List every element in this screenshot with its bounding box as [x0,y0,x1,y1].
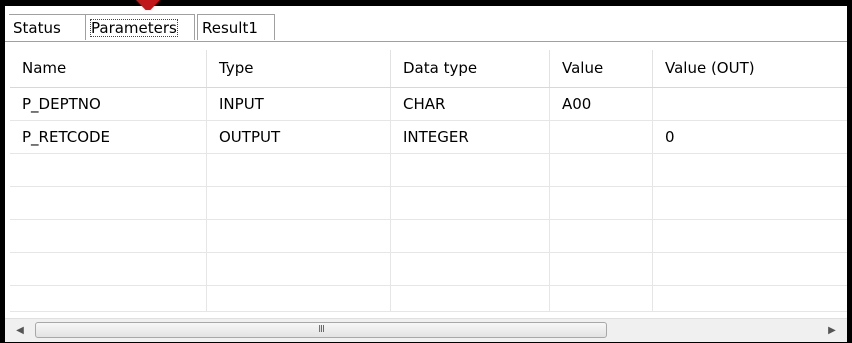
empty-cell [653,220,847,252]
empty-cell [550,286,653,311]
tab-parameters[interactable]: Parameters [85,14,195,40]
tab-parameters-label: Parameters [90,19,178,37]
empty-cell [391,286,550,311]
empty-cell [10,187,207,219]
tab-result1-label: Result1 [202,19,258,37]
tab-status[interactable]: Status [9,14,87,40]
empty-table-row [10,286,847,312]
empty-cell [207,187,391,219]
empty-cell [391,220,550,252]
cell-name[interactable]: P_DEPTNO [10,88,207,120]
table-row[interactable]: P_RETCODE OUTPUT INTEGER 0 [10,121,847,154]
empty-cell [391,154,550,186]
column-header-data-type[interactable]: Data type [391,50,550,87]
empty-table-row [10,220,847,253]
parameters-table: Name Type Data type Value Value (OUT) P_… [10,50,847,312]
empty-table-row [10,253,847,286]
chevron-left-icon[interactable]: ◀ [9,319,31,342]
cell-type[interactable]: INPUT [207,88,391,120]
empty-cell [10,286,207,311]
scrollbar-grip: III [318,324,325,335]
cell-value-out[interactable]: 0 [653,121,847,153]
empty-cell [653,286,847,311]
empty-cell [207,286,391,311]
column-header-value[interactable]: Value [550,50,653,87]
empty-cell [653,154,847,186]
empty-cell [550,220,653,252]
empty-cell [207,220,391,252]
empty-cell [653,187,847,219]
empty-cell [391,187,550,219]
empty-cell [550,154,653,186]
empty-cell [550,253,653,285]
empty-cell [10,253,207,285]
empty-table-row [10,187,847,220]
tab-status-label: Status [13,19,61,37]
empty-table-row [10,154,847,187]
cell-name[interactable]: P_RETCODE [10,121,207,153]
column-header-value-out[interactable]: Value (OUT) [653,50,847,87]
empty-cell [207,154,391,186]
cell-type[interactable]: OUTPUT [207,121,391,153]
cell-data-type[interactable]: CHAR [391,88,550,120]
table-row[interactable]: P_DEPTNO INPUT CHAR A00 [10,88,847,121]
empty-cell [207,253,391,285]
tab-result1[interactable]: Result1 [197,14,275,40]
empty-cell [10,154,207,186]
empty-cell [391,253,550,285]
empty-cell [653,253,847,285]
cell-value[interactable]: A00 [550,88,653,120]
scrollbar-thumb[interactable]: III [35,322,607,338]
cell-value-out[interactable] [653,88,847,120]
chevron-right-icon[interactable]: ▶ [821,319,843,342]
empty-cell [10,220,207,252]
cell-data-type[interactable]: INTEGER [391,121,550,153]
column-header-type[interactable]: Type [207,50,391,87]
tab-strip: Status Parameters Result1 [5,14,847,42]
horizontal-scrollbar[interactable]: ◀ III ▶ [5,318,847,342]
empty-cell [550,187,653,219]
cell-value[interactable] [550,121,653,153]
table-header: Name Type Data type Value Value (OUT) [10,50,847,88]
column-header-name[interactable]: Name [10,50,207,87]
